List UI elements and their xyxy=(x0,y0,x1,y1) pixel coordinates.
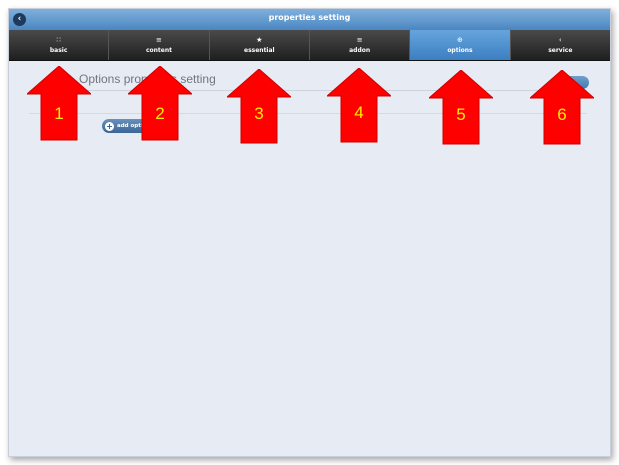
tab-label: content xyxy=(145,47,172,54)
divider xyxy=(29,90,587,91)
star-icon: ★ xyxy=(256,36,263,44)
annotation-arrow-3: 3 xyxy=(227,69,291,144)
tab-essential[interactable]: ★ essential xyxy=(210,30,310,60)
window-title: properties setting xyxy=(268,13,351,22)
tab-basic[interactable]: ∷ basic xyxy=(9,30,110,60)
annotation-arrow-1: 1 xyxy=(27,66,91,141)
title-bar: ‹ properties setting xyxy=(9,9,610,30)
annotation-label: 1 xyxy=(54,104,63,123)
annotation-arrow-2: 2 xyxy=(128,66,192,141)
tab-options[interactable]: ⊕ options xyxy=(410,30,511,60)
annotation-arrow-5: 5 xyxy=(429,70,493,145)
divider xyxy=(29,113,587,114)
tab-label: essential xyxy=(244,47,275,54)
plus-circle-icon: ⊕ xyxy=(457,36,463,44)
tab-label: options xyxy=(447,47,473,54)
annotation-arrow-6: 6 xyxy=(530,70,594,145)
plus-icon: + xyxy=(105,121,114,131)
tab-bar: ∷ basic ≡ content ★ essential ≡ addon ⊕ … xyxy=(9,30,610,61)
annotation-label: 2 xyxy=(155,104,164,123)
tab-service[interactable]: ‹ service xyxy=(511,30,610,60)
chevron-left-icon: ‹ xyxy=(558,36,562,44)
annotation-label: 3 xyxy=(254,104,263,123)
annotation-label: 5 xyxy=(456,105,465,124)
grid-icon: ∷ xyxy=(56,36,61,44)
tab-addon[interactable]: ≡ addon xyxy=(310,30,411,60)
tab-label: service xyxy=(548,47,573,54)
annotation-arrow-4: 4 xyxy=(327,68,391,143)
annotation-label: 6 xyxy=(557,105,566,124)
list-icon: ≡ xyxy=(156,36,162,44)
list-icon: ≡ xyxy=(356,36,363,44)
tab-label: addon xyxy=(349,47,371,54)
tab-content[interactable]: ≡ content xyxy=(109,30,210,60)
tab-label: basic xyxy=(49,47,68,54)
annotation-label: 4 xyxy=(354,103,363,122)
app-window: ‹ properties setting ∷ basic ≡ content ★… xyxy=(8,8,611,457)
